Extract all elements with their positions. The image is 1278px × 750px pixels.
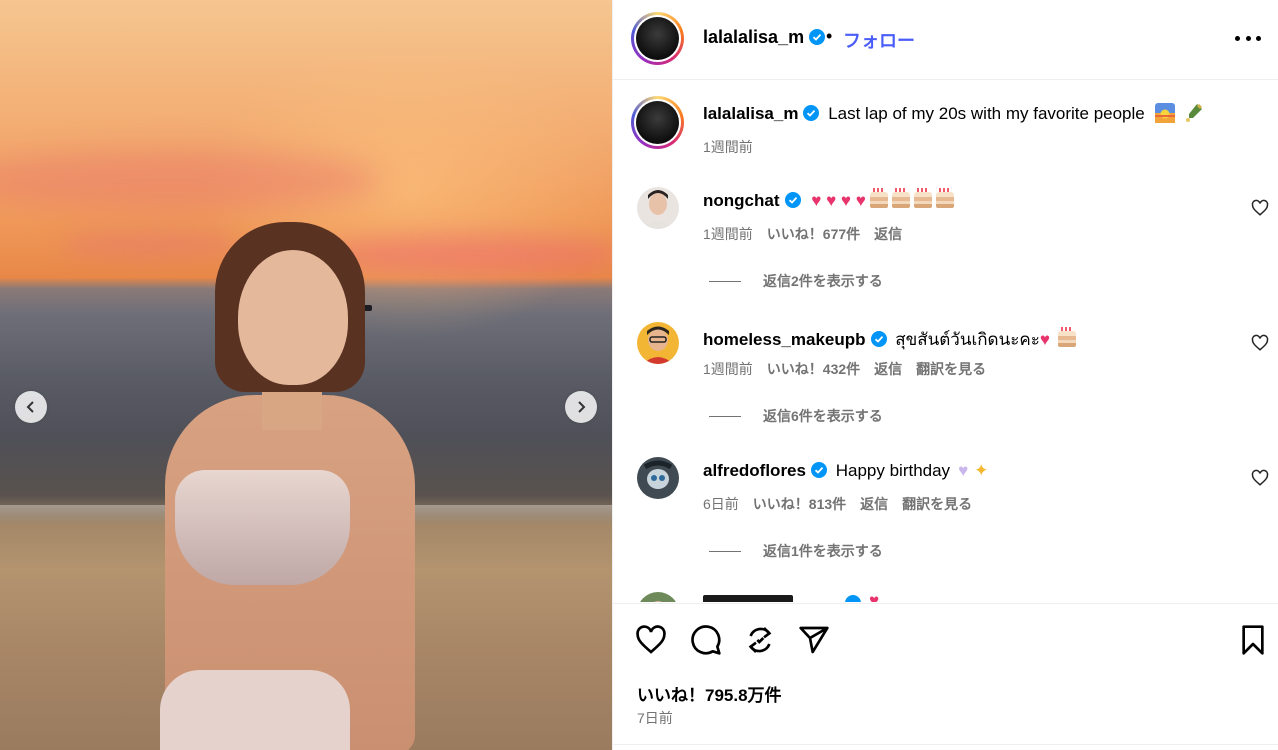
verified-icon [810, 462, 827, 478]
post-actions: いいね！795.8万件 7日前 [613, 603, 1278, 750]
comment-emojis: ♥ ♥ ♥ ♥ [811, 188, 954, 210]
post-header: lalalalisa_m • フォロー [613, 0, 1278, 80]
verified-icon [870, 331, 887, 347]
sparkles-emoji-icon: ✦ [974, 461, 989, 480]
cake-emoji-icon [913, 188, 932, 208]
heart-emoji-icon: ♥ [1039, 330, 1050, 349]
comment: nongchat ♥ ♥ ♥ ♥ [703, 188, 954, 211]
cloud [60, 230, 240, 260]
heart-emoji-icon: ♥ [869, 591, 880, 602]
view-replies-button[interactable]: 返信6件を表示する [709, 406, 883, 426]
view-replies-button[interactable]: 返信2件を表示する [709, 271, 883, 291]
cake-emoji-icon [891, 188, 910, 208]
like-comment-heart-icon[interactable] [1251, 334, 1269, 352]
comment-likes[interactable]: いいね！677件 [767, 226, 860, 242]
comment-meta: 6日前 いいね！813件 返信 翻訳を見る [703, 494, 986, 514]
person-skirt [160, 670, 350, 750]
translate-button[interactable]: 翻訳を見る [916, 361, 986, 377]
heart-emoji-icon: ♥ [811, 191, 822, 210]
sunrise-icon [1155, 103, 1176, 123]
comment-avatar[interactable] [637, 187, 679, 229]
comment-time: 1週間前 [703, 226, 753, 242]
next-photo-button[interactable] [565, 391, 597, 423]
reply-button[interactable]: 返信 [874, 361, 902, 377]
comment-text: Happy birthday [835, 461, 951, 480]
heart-emoji-icon: ♥ [855, 191, 866, 210]
heart-emoji-icon: ♥ [840, 191, 851, 210]
separator-dot: • [826, 26, 833, 46]
comment-username[interactable]: nongchat [703, 191, 780, 210]
comment-likes[interactable]: いいね！813件 [753, 496, 846, 512]
comment: homeless_makeupb สุขสันต์วันเกิดนะคะ♥ [703, 326, 1076, 353]
translate-button[interactable]: 翻訳を見る [902, 496, 972, 512]
comment-username-partial [703, 595, 793, 602]
post-panel: lalalalisa_m • フォロー lalalalisa_m Last la… [612, 0, 1278, 750]
comment-time: 6日前 [703, 496, 739, 512]
comments-list[interactable]: lalalalisa_m Last lap of my 20s with my … [613, 81, 1278, 602]
comment-username[interactable]: alfredoflores [703, 461, 806, 480]
caption-time: 1週間前 [703, 139, 753, 155]
verified-icon [809, 29, 826, 45]
heart-emoji-icon: ♥ [826, 191, 837, 210]
caption-text: Last lap of my 20s with my favorite peop… [828, 104, 1145, 123]
comment-avatar[interactable] [637, 457, 679, 499]
post-photo [0, 0, 612, 750]
reply-button[interactable]: 返信 [874, 226, 902, 242]
comment: alfredoflores Happy birthday ♥ ✦ [703, 461, 988, 481]
chevron-left-icon [26, 401, 34, 413]
white-heart-emoji-icon: ♥ [958, 461, 969, 480]
like-comment-heart-icon[interactable] [1251, 199, 1269, 217]
author-username[interactable]: lalalalisa_m [703, 27, 804, 47]
comment-text: สุขสันต์วันเกิดนะคะ [895, 330, 1040, 349]
like-heart-icon[interactable] [635, 624, 667, 656]
comment-avatar[interactable] [637, 592, 679, 602]
view-replies-label: 返信1件を表示する [763, 543, 883, 559]
comment-meta: 1週間前 いいね！432件 返信 翻訳を見る [703, 359, 1000, 379]
comment-likes[interactable]: いいね！432件 [767, 361, 860, 377]
cake-emoji-icon [869, 188, 888, 208]
caption-username[interactable]: lalalalisa_m [703, 104, 798, 123]
verified-icon [845, 595, 861, 602]
person-top [175, 470, 350, 585]
caption-avatar[interactable] [631, 96, 684, 149]
repost-icon[interactable] [744, 624, 776, 656]
share-icon[interactable] [798, 624, 830, 656]
cloud [320, 235, 612, 275]
like-count[interactable]: いいね！795.8万件 [637, 681, 782, 706]
view-replies-label: 返信2件を表示する [763, 273, 883, 289]
person-face [238, 250, 348, 385]
champagne-icon [1186, 103, 1203, 122]
more-options-icon[interactable] [1235, 28, 1261, 48]
comment-avatar[interactable] [637, 322, 679, 364]
cake-emoji-icon [935, 188, 954, 208]
save-bookmark-icon[interactable] [1237, 624, 1269, 656]
divider [613, 744, 1278, 745]
comment-username[interactable]: homeless_makeupb [703, 330, 866, 349]
view-replies-button[interactable]: 返信1件を表示する [709, 541, 883, 561]
author-avatar[interactable] [631, 12, 684, 65]
cake-emoji-icon [1057, 327, 1076, 347]
comment-time: 1週間前 [703, 361, 753, 377]
verified-icon [784, 192, 801, 208]
caption: lalalalisa_m Last lap of my 20s with my … [703, 103, 1204, 124]
chevron-right-icon [578, 401, 586, 413]
comment-icon[interactable] [690, 624, 722, 656]
previous-photo-button[interactable] [15, 391, 47, 423]
post-time: 7日前 [637, 710, 673, 726]
verified-icon [803, 105, 820, 121]
author-username-row: lalalalisa_m [703, 27, 826, 48]
view-replies-label: 返信6件を表示する [763, 408, 883, 424]
like-comment-heart-icon[interactable] [1251, 469, 1269, 487]
reply-button[interactable]: 返信 [860, 496, 888, 512]
follow-button[interactable]: フォロー [843, 27, 915, 53]
comment-meta: 1週間前 いいね！677件 返信 [703, 224, 916, 244]
